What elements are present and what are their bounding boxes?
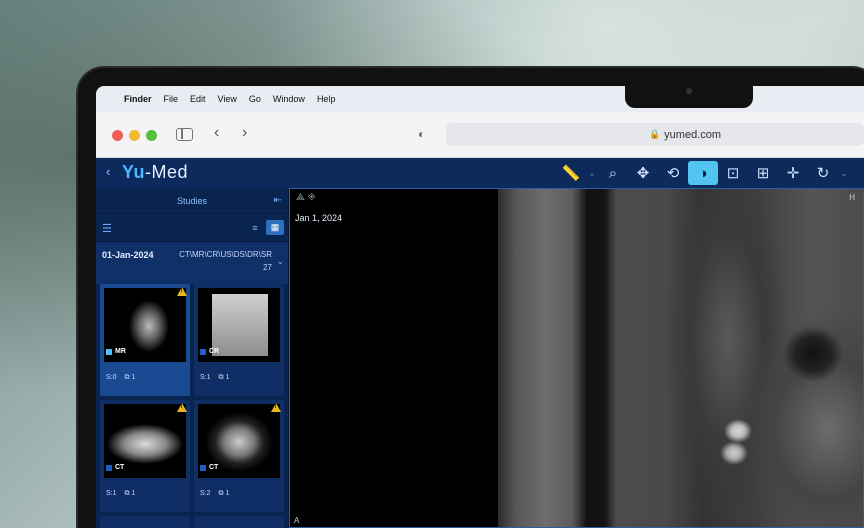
chevron-down-icon[interactable]: ⌄ bbox=[276, 256, 284, 267]
logo-med: -Med bbox=[145, 162, 189, 182]
series-card-cr[interactable]: CR S:1 ⧉ 1 bbox=[194, 284, 284, 396]
series-meta: S:1 ⧉ 1 bbox=[200, 374, 229, 382]
menu-finder[interactable]: Finder bbox=[124, 94, 152, 104]
layout-icon[interactable]: ⊞ bbox=[748, 161, 778, 185]
image-count: ⧉ 1 bbox=[124, 374, 136, 381]
orientation-marker-top: H bbox=[849, 193, 855, 202]
studies-header: Studies ⇤ bbox=[96, 188, 288, 214]
ruler-dropdown-icon[interactable]: ⌄ bbox=[586, 161, 598, 185]
lock-icon: 🔒 bbox=[648, 129, 661, 139]
series-card-ct-1[interactable]: CT S:1 ⧉ 1 bbox=[100, 400, 190, 512]
privacy-shield-icon[interactable]: ◐ bbox=[418, 127, 425, 141]
list-view-icon[interactable]: ≡ bbox=[246, 220, 264, 235]
layers-icon[interactable]: ⟁ ◈ bbox=[296, 192, 316, 203]
modality-label: CT bbox=[200, 464, 218, 471]
series-card-partial[interactable] bbox=[194, 516, 284, 528]
mri-image bbox=[498, 189, 863, 527]
back-icon[interactable]: ‹ bbox=[106, 164, 110, 179]
study-row[interactable]: 01-Jan-2024 CT\MR\CR\US\DS\DR\SR 27 ⌄ bbox=[96, 242, 288, 284]
studies-title: Studies bbox=[176, 195, 208, 206]
series-count: S:0 bbox=[106, 374, 117, 381]
view-toggle: ≡ ▦ bbox=[246, 220, 284, 235]
modality-label: CR bbox=[200, 348, 219, 355]
series-card-mr[interactable]: MR S:0 ⧉ 1 bbox=[100, 284, 190, 396]
menu-go[interactable]: Go bbox=[249, 94, 261, 104]
modality-label: CT bbox=[106, 464, 124, 471]
camera-icon[interactable]: ⊡ bbox=[718, 161, 748, 185]
pan-icon[interactable]: ✥ bbox=[628, 161, 658, 185]
study-date: 01-Jan-2024 bbox=[102, 250, 154, 260]
grid-view-icon[interactable]: ▦ bbox=[266, 220, 284, 235]
menu-view[interactable]: View bbox=[218, 94, 237, 104]
zoom-icon[interactable]: ⌕ bbox=[598, 161, 628, 185]
filter-sliders-icon[interactable]: ☰ bbox=[102, 222, 112, 235]
minimize-window-button[interactable] bbox=[129, 130, 140, 141]
menu-edit[interactable]: Edit bbox=[190, 94, 206, 104]
toolbar: 📏 ⌄ ⌕ ✥ ⟲ ◑ ⊡ ⊞ ✛ ↻ ⌄ bbox=[556, 161, 850, 185]
series-count: S:1 bbox=[106, 490, 117, 497]
screen: Finder File Edit View Go Window Help ‹ ›… bbox=[96, 86, 864, 528]
modality-label: MR bbox=[106, 348, 126, 355]
filter-row: ☰ ≡ ▦ bbox=[96, 214, 288, 242]
modalities-list: CT\MR\CR\US\DS\DR\SR bbox=[179, 250, 272, 259]
crosshair-icon[interactable]: ✛ bbox=[778, 161, 808, 185]
image-count: ⧉ 1 bbox=[218, 374, 230, 381]
app-header: ‹ Yu-Med 📏 ⌄ ⌕ ✥ ⟲ ◑ ⊡ ⊞ ✛ ↻ ⌄ bbox=[96, 158, 864, 188]
contrast-icon[interactable]: ◑ bbox=[688, 161, 718, 185]
image-count: ⧉ 1 bbox=[218, 490, 230, 497]
url-text: yumed.com bbox=[664, 128, 722, 141]
menu-window[interactable]: Window bbox=[273, 94, 305, 104]
series-count: S:2 bbox=[200, 490, 211, 497]
menu-help[interactable]: Help bbox=[317, 94, 336, 104]
series-card-ct-2[interactable]: CT S:2 ⧉ 1 bbox=[194, 400, 284, 512]
browser-chrome: ‹ › ◐ 🔒 yumed.com bbox=[96, 112, 864, 158]
series-count: S:1 bbox=[200, 374, 211, 381]
study-modalities: CT\MR\CR\US\DS\DR\SR 27 bbox=[179, 248, 272, 274]
image-viewport[interactable]: ⟁ ◈ Jan 1, 2024 H A bbox=[289, 188, 864, 528]
rotate-icon[interactable]: ⟲ bbox=[658, 161, 688, 185]
series-meta: S:2 ⧉ 1 bbox=[200, 490, 229, 498]
image-count: ⧉ 1 bbox=[124, 490, 136, 497]
sidebar-toggle-icon[interactable] bbox=[176, 128, 193, 141]
viewport-date: Jan 1, 2024 bbox=[295, 213, 343, 223]
studies-panel: Studies ⇤ ☰ ≡ ▦ 01-Jan-2024 CT\MR\CR\US\… bbox=[96, 188, 288, 528]
app-logo[interactable]: Yu-Med bbox=[122, 162, 188, 183]
orientation-marker-bottom: A bbox=[294, 516, 300, 525]
study-count: 27 bbox=[263, 263, 272, 272]
series-meta: S:0 ⧉ 1 bbox=[106, 374, 135, 382]
forward-arrow-icon[interactable]: › bbox=[242, 124, 247, 142]
menu-file[interactable]: File bbox=[164, 94, 179, 104]
camera bbox=[686, 88, 692, 94]
zoom-window-button[interactable] bbox=[146, 130, 157, 141]
warning-icon bbox=[177, 403, 187, 412]
series-card-partial[interactable] bbox=[100, 516, 190, 528]
logo-yu: Yu bbox=[122, 162, 146, 182]
warning-icon bbox=[177, 287, 187, 296]
back-arrow-icon[interactable]: ‹ bbox=[214, 124, 219, 142]
url-bar[interactable]: 🔒 yumed.com bbox=[446, 123, 864, 146]
ruler-icon[interactable]: 📏 bbox=[556, 161, 586, 185]
close-window-button[interactable] bbox=[112, 130, 123, 141]
reset-icon[interactable]: ↻ bbox=[808, 161, 838, 185]
collapse-panel-icon[interactable]: ⇤ bbox=[274, 195, 282, 206]
reset-dropdown-icon[interactable]: ⌄ bbox=[838, 161, 850, 185]
warning-icon bbox=[271, 403, 281, 412]
series-meta: S:1 ⧉ 1 bbox=[106, 490, 135, 498]
